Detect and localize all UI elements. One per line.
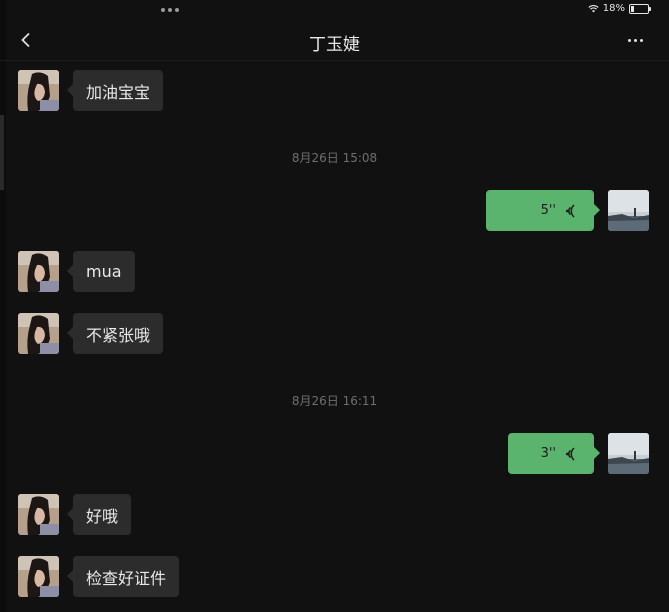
contact-avatar[interactable] xyxy=(18,313,59,354)
chat-screen: 18% 丁玉婕 加油宝宝 8月26日 15:08 5'' mua 不紧张哦 8月… xyxy=(0,0,669,612)
contact-avatar[interactable] xyxy=(18,70,59,111)
voice-message-outgoing[interactable]: 5'' xyxy=(486,190,600,231)
nav-bar: 丁玉婕 xyxy=(0,20,669,61)
voice-wave-icon xyxy=(565,446,575,461)
contact-avatar[interactable] xyxy=(18,556,59,597)
timestamp: 8月26日 16:11 xyxy=(291,394,378,408)
timestamp: 8月26日 15:08 xyxy=(291,151,378,165)
message-bubble-incoming[interactable]: 不紧张哦 xyxy=(66,313,164,354)
message-text: 加油宝宝 xyxy=(86,82,151,102)
message-bubble-incoming[interactable]: 好哦 xyxy=(66,494,132,535)
self-avatar[interactable] xyxy=(608,433,649,474)
voice-duration: 3'' xyxy=(540,446,556,461)
multitasking-dots-icon[interactable] xyxy=(161,8,179,12)
message-bubble-incoming[interactable]: 检查好证件 xyxy=(66,556,180,597)
message-text: 检查好证件 xyxy=(86,568,167,588)
wifi-icon xyxy=(588,5,599,13)
voice-wave-icon xyxy=(565,203,575,218)
left-edge xyxy=(0,0,6,612)
status-bar: 18% xyxy=(0,0,669,20)
message-bubble-incoming[interactable]: 加油宝宝 xyxy=(66,70,164,111)
contact-avatar[interactable] xyxy=(18,251,59,292)
self-avatar[interactable] xyxy=(608,190,649,231)
contact-avatar[interactable] xyxy=(18,494,59,535)
battery-icon xyxy=(629,3,651,14)
voice-message-outgoing[interactable]: 3'' xyxy=(508,433,600,474)
battery-percent: 18% xyxy=(602,3,625,14)
status-indicators: 18% xyxy=(588,3,651,14)
chat-title: 丁玉婕 xyxy=(309,35,360,55)
message-bubble-incoming[interactable]: mua xyxy=(67,251,135,292)
voice-duration: 5'' xyxy=(540,203,556,218)
more-options-icon[interactable] xyxy=(628,39,643,42)
message-text: mua xyxy=(86,262,122,281)
message-text: 不紧张哦 xyxy=(86,325,151,345)
message-text: 好哦 xyxy=(86,506,119,526)
